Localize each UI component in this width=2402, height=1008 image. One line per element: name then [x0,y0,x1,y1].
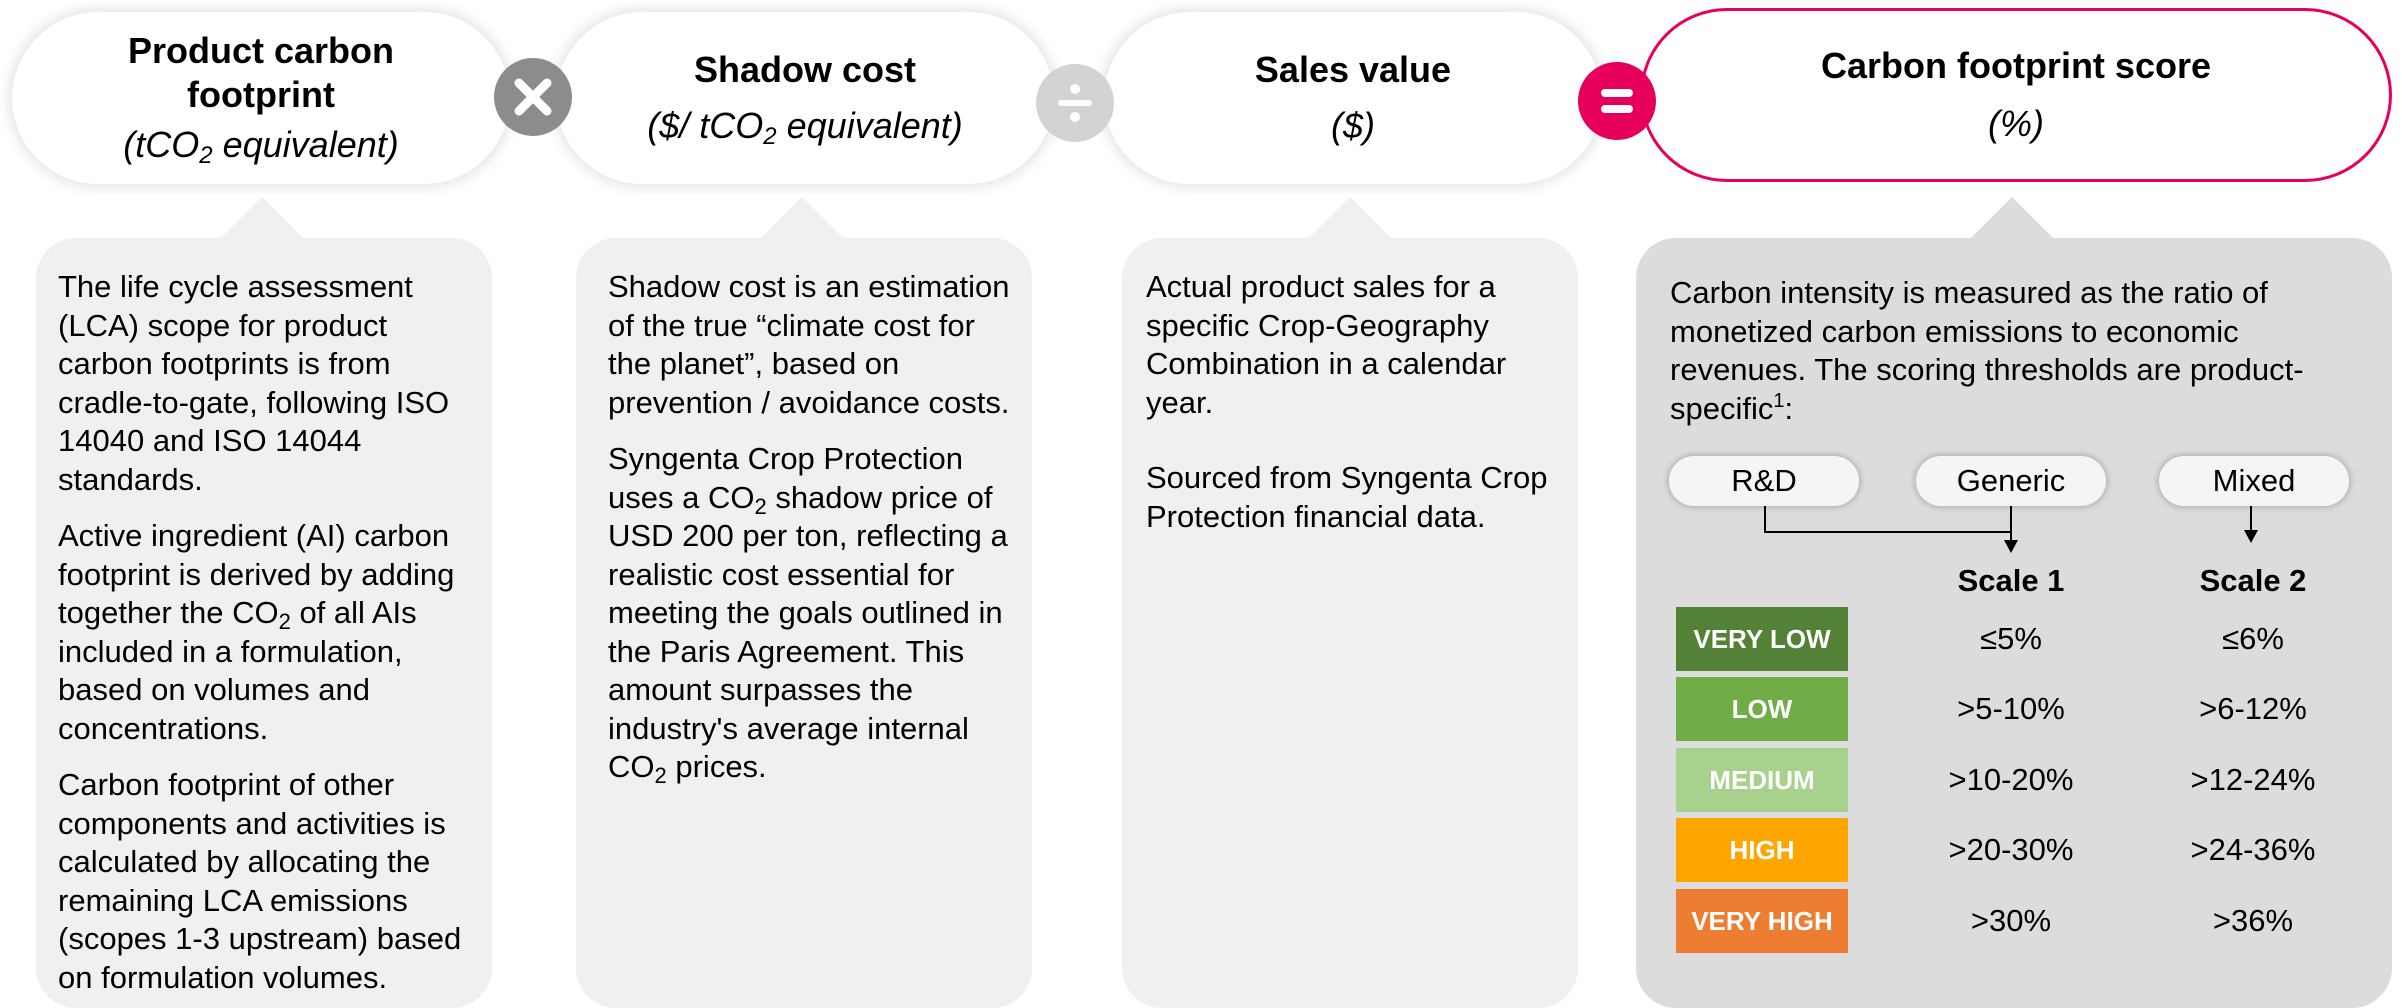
level-badge-high: HIGH [1676,818,1848,882]
connector-rnd-to-scale1 [1764,506,2011,533]
level-badge-very-high: VERY HIGH [1676,889,1848,953]
scale1-value: >10-20% [1948,762,2074,797]
scale2-value: >12-24% [2190,762,2316,797]
scale2-value: >24-36% [2190,832,2316,867]
scale-1-header: Scale 1 [1957,563,2065,598]
level-badge-low: LOW [1676,677,1848,741]
scale1-value: >30% [1970,903,2052,938]
scale2-value: >6-12% [2199,691,2307,726]
arrowhead-scale2 [2244,530,2258,543]
scale1-value: >20-30% [1948,832,2074,867]
scale2-value: >36% [2212,903,2294,938]
level-badge-very-low: VERY LOW [1676,607,1848,671]
scale-2-header: Scale 2 [2199,563,2307,598]
scale1-value: >5-10% [1957,691,2065,726]
scale2-value: ≤6% [2222,621,2284,656]
scale1-value: ≤5% [1980,621,2042,656]
arrowhead-scale1 [2004,540,2018,553]
level-badge-medium: MEDIUM [1676,748,1848,812]
